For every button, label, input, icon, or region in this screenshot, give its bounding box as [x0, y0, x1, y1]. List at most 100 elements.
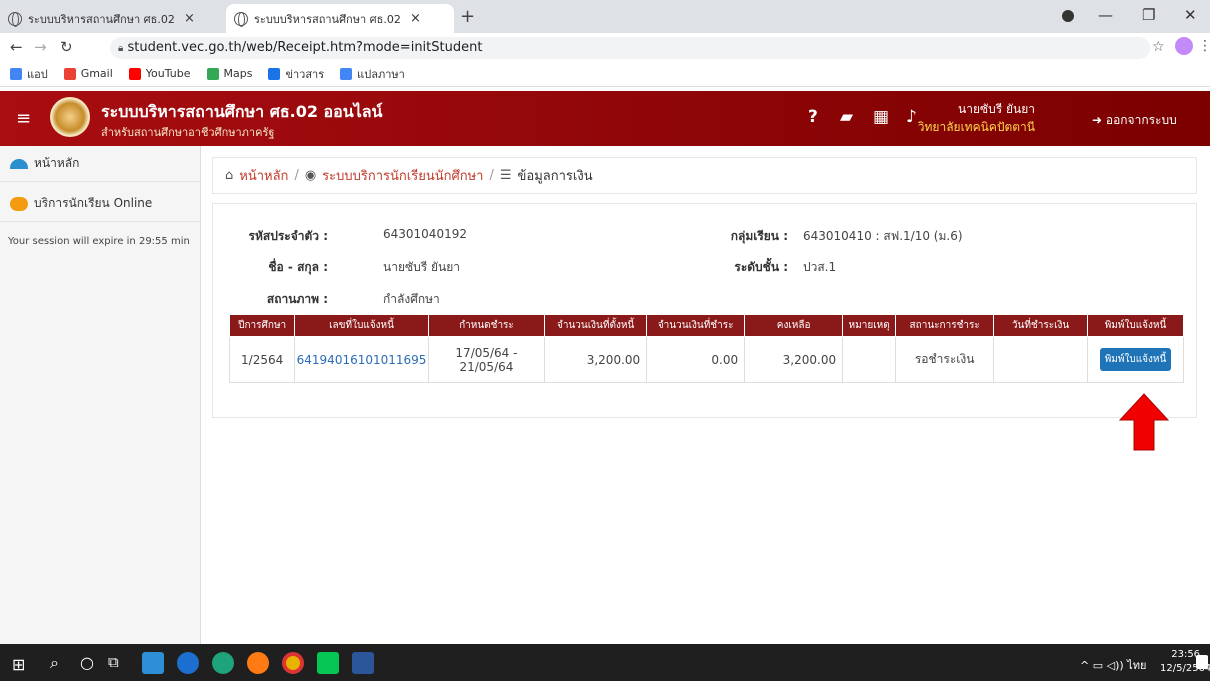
language-indicator[interactable]: ไทย — [1127, 659, 1146, 672]
book-icon[interactable]: ▰ — [840, 107, 853, 127]
ie-icon[interactable] — [177, 652, 199, 674]
tab-title: ระบบบริหารสถานศึกษา ศธ.02 ออนไลน์ — [254, 12, 404, 26]
notification-icon[interactable] — [1196, 655, 1208, 669]
breadcrumb-sep: / — [489, 168, 494, 183]
bookmark-maps[interactable]: Maps — [206, 67, 252, 80]
calendar-icon[interactable]: ▦ — [873, 107, 889, 127]
browser-tab-2[interactable]: ระบบบริหารสถานศึกษา ศธ.02 ออนไลน์ × — [226, 4, 454, 33]
bookmark-news[interactable]: ข่าวสาร — [268, 65, 324, 83]
network-icon: ▭ — [1092, 659, 1107, 672]
reload-icon[interactable]: ↻ — [60, 38, 73, 56]
col-note: หมายเหตุ — [842, 314, 897, 337]
store-icon[interactable] — [142, 652, 164, 674]
level-value: ปวส.1 — [803, 260, 837, 274]
cell-balance: 3,200.00 — [744, 336, 844, 383]
breadcrumb-current: ข้อมูลการเงิน — [517, 169, 593, 184]
sidebar-item-home[interactable]: หน้าหลัก — [0, 146, 201, 182]
back-icon[interactable]: ← — [10, 38, 23, 56]
user-name[interactable]: นายซับรี ยันยา — [900, 100, 1035, 119]
breadcrumb: ⌂ หน้าหลัก / ◉ ระบบบริการนักเรียนนักศึกษ… — [212, 157, 1197, 194]
student-status-label: สถานภาพ : — [266, 292, 328, 306]
school-logo — [50, 97, 90, 137]
dashboard-icon — [10, 158, 28, 169]
bookmark-youtube[interactable]: YouTube — [128, 67, 191, 80]
translate-icon — [340, 67, 353, 80]
tab-title: ระบบบริหารสถานศึกษา ศธ.02 ออนไลน์ — [28, 12, 178, 26]
student-name-label: ชื่อ - สกุล : — [268, 260, 328, 274]
edge-icon[interactable] — [212, 652, 234, 674]
bookmark-apps[interactable]: แอป — [10, 65, 48, 83]
col-amount: จำนวนเงินที่ตั้งหนี้ — [544, 314, 648, 337]
minimize-icon[interactable]: — — [1098, 6, 1113, 24]
new-tab-button[interactable]: + — [460, 6, 475, 27]
task-view-icon[interactable]: ⧉ — [108, 653, 119, 671]
student-status: กำลังศึกษา — [383, 292, 440, 306]
breadcrumb-service[interactable]: ระบบบริการนักเรียนนักศึกษา — [322, 165, 483, 186]
app-subtitle: สำหรับสถานศึกษาอาชีวศึกษาภาครัฐ — [101, 126, 275, 139]
bookmark-translate[interactable]: แปลภาษา — [340, 65, 405, 83]
red-arrow-annotation — [1118, 393, 1170, 451]
cell-year: 1/2564 — [228, 336, 296, 383]
help-icon[interactable]: ? — [808, 107, 818, 127]
table-header-row: ปีการศึกษา เลขที่ใบแจ้งหนี้ กำหนดชำระ จำ… — [228, 314, 1184, 337]
level-label: ระดับชั้น : — [734, 260, 788, 274]
chrome-icon[interactable] — [282, 652, 304, 674]
list-icon: ☰ — [499, 168, 512, 183]
print-invoice-button[interactable]: พิมพ์ใบแจ้งหนี้ — [1099, 348, 1172, 371]
logout-icon: ➜ — [1092, 113, 1106, 127]
sidebar-item-student-online[interactable]: บริการนักเรียน Online — [0, 186, 201, 222]
group-value: 643010410 : สฟ.1/10 (ม.6) — [803, 229, 963, 243]
col-balance: คงเหลือ — [744, 314, 844, 337]
breadcrumb-home[interactable]: หน้าหลัก — [239, 165, 288, 186]
hamburger-icon[interactable]: ≡ — [16, 108, 31, 129]
col-print: พิมพ์ใบแจ้งหนี้ — [1087, 314, 1184, 337]
profile-dot-icon[interactable] — [1062, 10, 1074, 22]
cell-due: 17/05/64 -21/05/64 — [427, 336, 546, 383]
bookmarks-bar: แอป Gmail YouTube Maps ข่าวสาร แปลภาษา — [0, 61, 1210, 87]
lock-icon: 🔒︎ — [118, 43, 124, 54]
close-window-icon[interactable]: ✕ — [1184, 6, 1197, 24]
col-due: กำหนดชำระ — [427, 314, 546, 337]
star-icon[interactable]: ☆ — [1152, 39, 1165, 55]
app-title: ระบบบริหารสถานศึกษา ศธ.02 ออนไลน์ — [101, 102, 383, 121]
firefox-icon[interactable] — [247, 652, 269, 674]
cell-amount: 3,200.00 — [544, 336, 648, 383]
word-icon[interactable] — [352, 652, 374, 674]
news-icon — [268, 67, 281, 80]
line-icon[interactable] — [317, 652, 339, 674]
cell-paid-date — [993, 336, 1088, 383]
windows-start-icon[interactable]: ⊞ — [12, 655, 25, 674]
cell-invoice[interactable]: 64194016101011695 — [294, 336, 429, 383]
session-timer: Your session will expire in 29:55 min — [8, 236, 190, 247]
sidebar: หน้าหลัก บริการนักเรียน Online — [0, 146, 201, 644]
invoice-table: ปีการศึกษา เลขที่ใบแจ้งหนี้ กำหนดชำระ จำ… — [228, 314, 1184, 383]
tab-close-icon[interactable]: × — [184, 11, 195, 26]
group-label: กลุ่มเรียน : — [730, 229, 788, 243]
maps-icon — [206, 67, 219, 80]
restore-icon[interactable]: ❐ — [1142, 6, 1155, 24]
system-tray[interactable]: ^ ▭ ◁)) ไทย — [1080, 656, 1146, 674]
cell-status: รอชำระเงิน — [895, 336, 995, 383]
col-paid-date: วันที่ชำระเงิน — [993, 314, 1088, 337]
logout-button[interactable]: ➜ ออกจากระบบ — [1092, 111, 1177, 130]
bookmark-gmail[interactable]: Gmail — [63, 67, 113, 80]
invoice-link[interactable]: 64194016101011695 — [297, 353, 427, 367]
url-field[interactable]: 🔒︎ student.vec.go.th/web/Receipt.htm?mod… — [110, 37, 1150, 59]
menu-dots-icon[interactable]: ⋮ — [1198, 38, 1210, 54]
apps-grid-icon — [10, 67, 22, 80]
browser-tab-1[interactable]: ระบบบริหารสถานศึกษา ศธ.02 ออนไลน์ × — [0, 4, 225, 33]
breadcrumb-sep: / — [294, 168, 299, 183]
url-text: student.vec.go.th/web/Receipt.htm?mode=i… — [127, 40, 483, 55]
user-school: วิทยาลัยเทคนิคปัตตานี — [917, 120, 1035, 134]
tab-close-icon[interactable]: × — [410, 11, 421, 26]
col-invoice: เลขที่ใบแจ้งหนี้ — [294, 314, 429, 337]
avatar[interactable] — [1175, 37, 1193, 55]
cell-print: พิมพ์ใบแจ้งหนี้ — [1087, 336, 1184, 383]
search-icon[interactable]: ⌕ — [50, 653, 59, 673]
forward-icon[interactable]: → — [34, 38, 47, 56]
chevron-up-icon[interactable]: ^ — [1080, 659, 1089, 672]
users-icon — [10, 196, 28, 211]
gmail-icon — [63, 67, 76, 80]
user-circle-icon: ◉ — [304, 168, 317, 183]
cortana-icon[interactable]: ○ — [80, 653, 94, 672]
